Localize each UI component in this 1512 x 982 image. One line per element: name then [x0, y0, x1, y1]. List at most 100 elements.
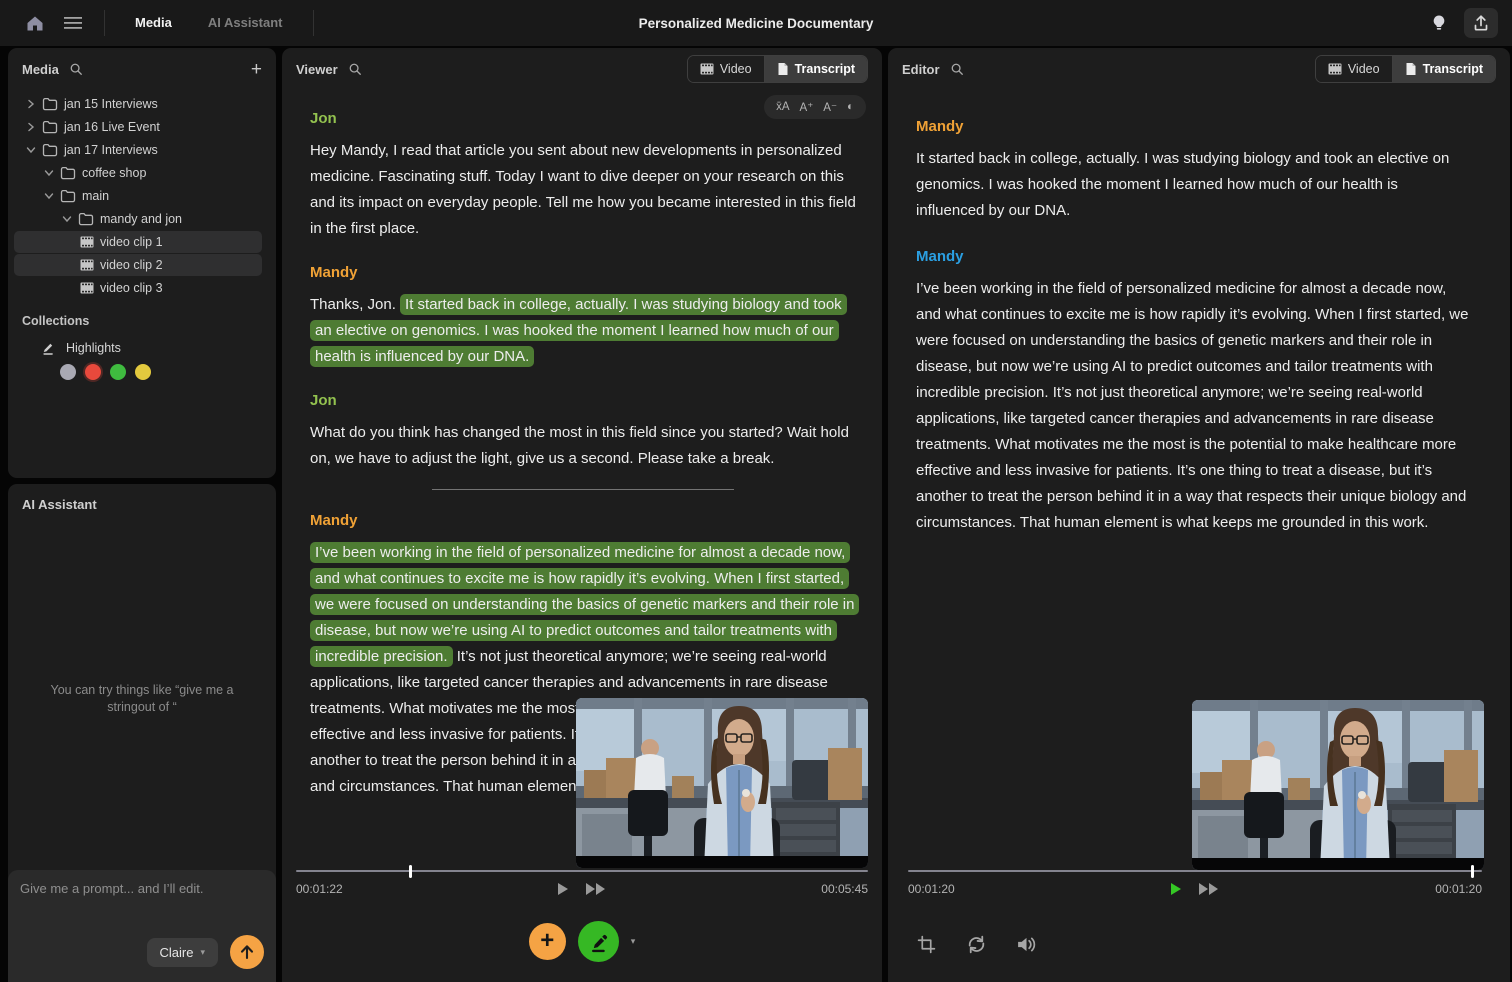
- add-media-button[interactable]: +: [251, 60, 262, 79]
- viewer-actions: + ▾: [282, 921, 882, 962]
- fast-forward-button[interactable]: [1198, 882, 1220, 896]
- document-icon: [777, 62, 789, 76]
- divider: [104, 10, 105, 36]
- speaker-label: Jon: [310, 388, 856, 414]
- folder-icon: [60, 166, 76, 180]
- viewer-timeline[interactable]: [296, 870, 868, 873]
- transcript-text[interactable]: Hey Mandy, I read that article you sent …: [310, 142, 856, 237]
- chevron-down-icon[interactable]: [44, 169, 54, 177]
- highlighter-pen-icon: [40, 340, 56, 356]
- editor-transcript-tab[interactable]: Transcript: [1393, 56, 1495, 82]
- ai-prompt-input[interactable]: [18, 880, 266, 897]
- media-item-label: video clip 3: [100, 281, 163, 295]
- divider: [313, 10, 314, 36]
- hamburger-icon: [64, 17, 82, 29]
- chevron-down-icon[interactable]: [26, 146, 36, 154]
- editor-timeline[interactable]: [908, 870, 1482, 873]
- viewer-video-tab[interactable]: Video: [688, 56, 765, 82]
- font-decrease-icon[interactable]: A⁻: [823, 100, 837, 114]
- editor-playhead[interactable]: [1471, 865, 1474, 878]
- video-tab-label: Video: [1348, 62, 1380, 76]
- fast-forward-button[interactable]: [585, 882, 607, 896]
- tab-media[interactable]: Media: [119, 0, 188, 46]
- highlight-dot-gray[interactable]: [60, 364, 76, 380]
- viewer-transport: 00:01:22 00:05:45: [296, 878, 868, 900]
- transcript-text[interactable]: It started back in college, actually. I …: [916, 150, 1449, 219]
- media-item-coffee-shop[interactable]: coffee shop: [14, 162, 262, 184]
- viewer-panel: Viewer Video Transcript x̄A A⁺ A⁻ ◐ Jon …: [282, 48, 882, 982]
- chevron-right-icon[interactable]: [26, 122, 36, 132]
- highlight-color-dots: [8, 358, 276, 380]
- top-bar: Media AI Assistant Personalized Medicine…: [0, 0, 1512, 46]
- scene-divider: [432, 489, 734, 490]
- transcript-text[interactable]: I’ve been working in the field of person…: [916, 280, 1468, 531]
- tips-button[interactable]: [1422, 8, 1456, 38]
- font-increase-icon[interactable]: A⁺: [800, 100, 814, 114]
- chevron-down-icon: ▾: [200, 947, 205, 958]
- volume-button[interactable]: [1014, 932, 1038, 956]
- translate-icon[interactable]: x̄A: [776, 101, 789, 113]
- viewer-transcript-tab[interactable]: Transcript: [765, 56, 867, 82]
- speaker-label: Mandy: [310, 508, 856, 534]
- film-icon: [80, 259, 94, 271]
- play-button[interactable]: [557, 882, 569, 896]
- chevron-right-icon[interactable]: [26, 99, 36, 109]
- highlight-dot-yellow[interactable]: [135, 364, 151, 380]
- collections-header: Collections: [8, 300, 276, 332]
- play-button[interactable]: [1170, 882, 1182, 896]
- film-icon: [80, 236, 94, 248]
- media-item-label: mandy and jon: [100, 212, 182, 226]
- highlight-dot-green[interactable]: [110, 364, 126, 380]
- crop-button[interactable]: [914, 932, 938, 956]
- home-button[interactable]: [18, 8, 52, 38]
- highlight-button[interactable]: [578, 921, 619, 962]
- media-panel: Media + jan 15 Interviews jan 16 Live Ev…: [8, 48, 276, 478]
- folder-icon: [42, 120, 58, 134]
- marker-icon: [587, 931, 609, 953]
- transcript-paragraph: Hey Mandy, I read that article you sent …: [310, 138, 856, 242]
- media-search-icon[interactable]: [69, 62, 83, 76]
- menu-button[interactable]: [56, 8, 90, 38]
- lightbulb-icon: [1431, 14, 1447, 32]
- add-to-editor-button[interactable]: +: [529, 923, 566, 960]
- plus-icon: +: [540, 929, 554, 953]
- film-icon: [80, 282, 94, 294]
- highlight-dot-red[interactable]: [85, 364, 101, 380]
- editor-search-icon[interactable]: [950, 62, 964, 76]
- speaker-label: Mandy: [916, 114, 1470, 140]
- media-item-video-clip-2[interactable]: video clip 2: [14, 254, 262, 276]
- media-item-label: video clip 2: [100, 258, 163, 272]
- export-button[interactable]: [1464, 8, 1498, 38]
- media-item-jan-16-live-event[interactable]: jan 16 Live Event: [14, 116, 262, 138]
- media-item-video-clip-3[interactable]: video clip 3: [14, 277, 262, 299]
- replace-clip-button[interactable]: [964, 932, 988, 956]
- transcript-text[interactable]: Thanks, Jon.: [310, 296, 400, 313]
- media-item-jan-15-interviews[interactable]: jan 15 Interviews: [14, 93, 262, 115]
- collection-highlights[interactable]: Highlights: [8, 332, 276, 358]
- document-icon: [1405, 62, 1417, 76]
- media-item-video-clip-1[interactable]: video clip 1: [14, 231, 262, 253]
- editor-panel: Editor Video Transcript Mandy It started…: [888, 48, 1510, 982]
- media-item-jan-17-interviews[interactable]: jan 17 Interviews: [14, 139, 262, 161]
- media-item-mandy-and-jon[interactable]: mandy and jon: [14, 208, 262, 230]
- folder-icon: [78, 212, 94, 226]
- highlight-options-caret[interactable]: ▾: [631, 936, 636, 947]
- media-item-label: jan 15 Interviews: [64, 97, 158, 111]
- viewer-search-icon[interactable]: [348, 62, 362, 76]
- chevron-down-icon[interactable]: [44, 192, 54, 200]
- editor-view-toggle: Video Transcript: [1315, 55, 1496, 83]
- send-prompt-button[interactable]: [230, 935, 264, 969]
- ai-prompt-box: Claire ▾: [8, 870, 276, 982]
- tab-ai-assistant[interactable]: AI Assistant: [192, 0, 299, 46]
- editor-video-tab[interactable]: Video: [1316, 56, 1393, 82]
- viewer-video-thumbnail[interactable]: [576, 698, 868, 868]
- viewer-playhead[interactable]: [409, 865, 412, 878]
- editor-video-thumbnail[interactable]: [1192, 700, 1484, 870]
- media-item-main[interactable]: main: [14, 185, 262, 207]
- contrast-icon[interactable]: ◐: [847, 101, 854, 113]
- ai-assistant-panel: AI Assistant You can try things like “gi…: [8, 484, 276, 982]
- text-display-controls: x̄A A⁺ A⁻ ◐: [764, 95, 866, 119]
- transcript-text[interactable]: What do you think has changed the most i…: [310, 424, 849, 467]
- voice-selector[interactable]: Claire ▾: [147, 938, 219, 967]
- chevron-down-icon[interactable]: [62, 215, 72, 223]
